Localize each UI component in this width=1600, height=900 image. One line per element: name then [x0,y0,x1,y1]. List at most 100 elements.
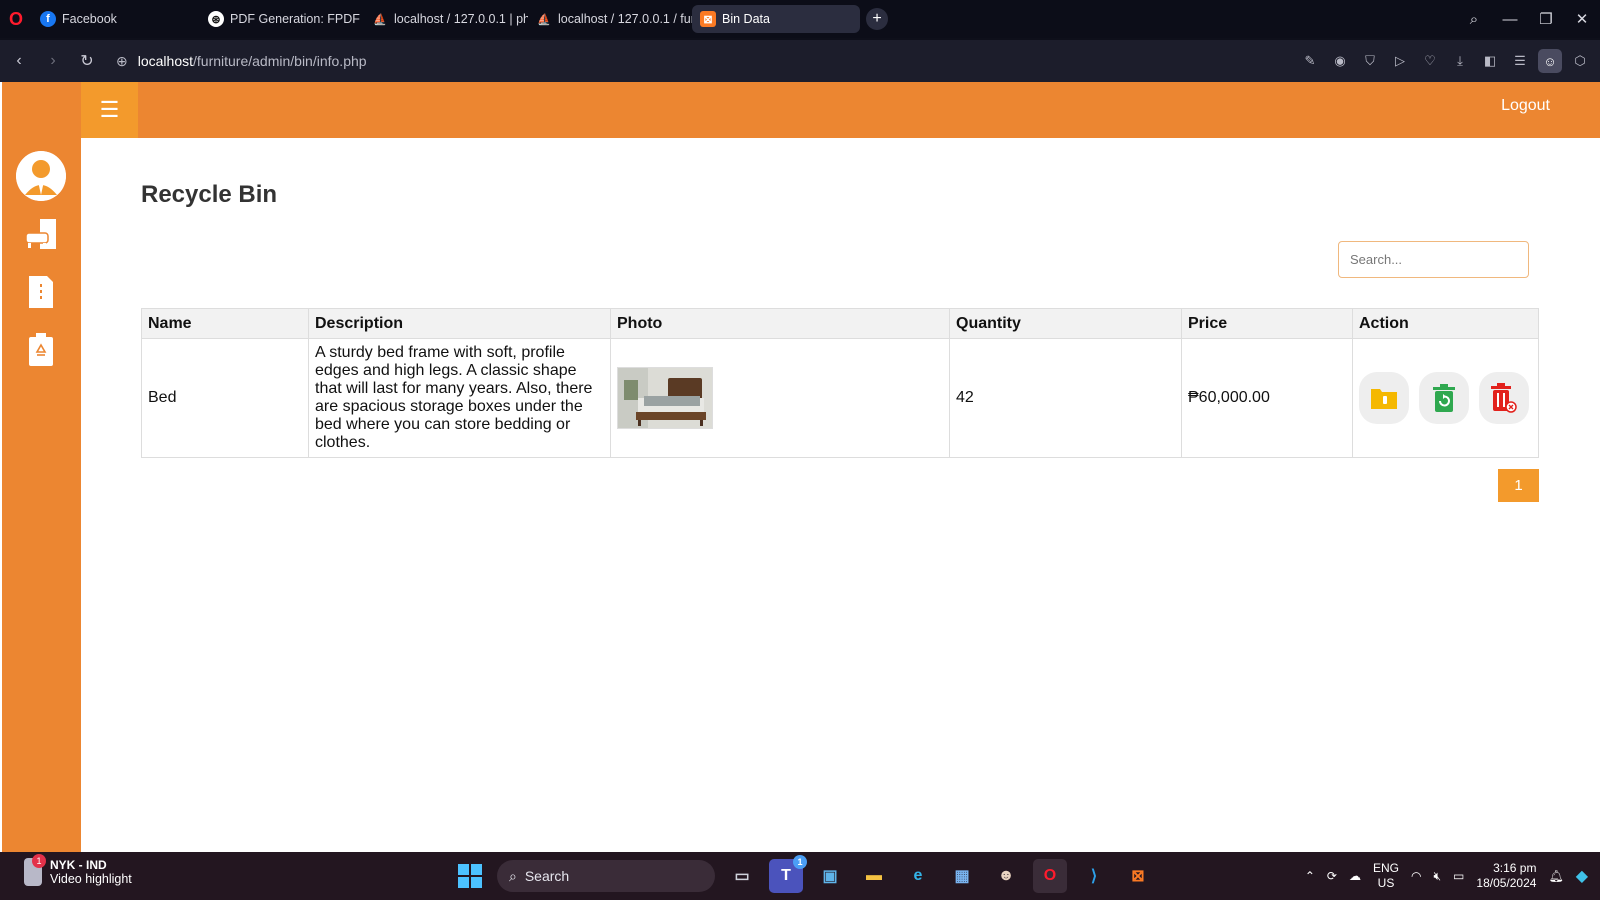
notification-bell-icon[interactable]: 🔔︎ [1548,869,1563,883]
news-widget[interactable]: 1 NYK - IND Video highlight [24,854,132,886]
search-input[interactable] [1338,241,1529,278]
restore-icon[interactable]: ❐ [1528,10,1564,28]
sidebar-item-recycle-bin[interactable] [23,332,59,368]
wifi-icon[interactable]: ◠ [1411,869,1421,883]
sidebar-item-furniture[interactable] [23,216,59,252]
tab-phpmyadmin-1[interactable]: ⛵ localhost / 127.0.0.1 | php [364,5,528,33]
address-bar: ‹ › ↻ ⊕ localhost/furniture/admin/bin/in… [0,40,1600,82]
sidebar [2,82,81,852]
camera-icon[interactable]: ◉ [1328,49,1352,73]
tab-title: PDF Generation: FPDF PHP [230,12,364,26]
minimize-icon[interactable]: — [1492,11,1528,28]
vscode-icon[interactable]: ⟩ [1077,859,1111,893]
window-controls: ⌕ — ❐ ✕ [1456,0,1600,38]
news-subtitle: Video highlight [50,872,132,886]
shield-icon[interactable]: ⛉ [1358,49,1382,73]
reload-icon[interactable]: ↻ [70,51,104,71]
chevron-up-icon[interactable]: ⌃ [1305,869,1315,883]
tab-title: localhost / 127.0.0.1 / furn [558,12,692,26]
anime-app-icon[interactable]: ☻ [989,859,1023,893]
tab-title: Facebook [62,12,117,26]
back-icon[interactable]: ‹ [2,52,36,70]
sidebar-item-documents[interactable] [23,274,59,310]
restore-button[interactable] [1419,372,1469,424]
xampp-taskbar-icon[interactable]: ⊠ [1121,859,1155,893]
task-view-icon[interactable]: ▭ [725,859,759,893]
cell-price: ₱60,000.00 [1181,338,1353,458]
column-header-name: Name [141,308,309,339]
admin-page: ☰ Logout Recycle Bin Name Description Ph… [0,82,1600,852]
tab-facebook[interactable]: f Facebook [32,5,196,33]
url-host: localhost [137,53,193,69]
cell-photo [610,338,950,458]
logout-link[interactable]: Logout [1501,97,1550,115]
edit-icon[interactable]: ✎ [1298,49,1322,73]
recycle-bin-table: Name Description Photo Quantity Price Ac… [141,308,1539,458]
table-header-row: Name Description Photo Quantity Price Ac… [141,308,1539,339]
archive-icon [1371,389,1397,409]
new-tab-button[interactable]: + [866,8,888,30]
teams-icon[interactable]: T1 [769,855,807,893]
taskbar-search-label: Search [524,868,570,884]
document-icon [29,276,53,308]
cell-name: Bed [141,338,309,458]
top-bar: ☰ Logout [81,82,1600,138]
opera-icon[interactable]: O [1033,859,1067,893]
clock-date: 18/05/2024 [1476,876,1537,890]
teams-badge: 1 [793,855,807,869]
store-icon[interactable]: ▦ [945,859,979,893]
copilot-icon[interactable]: ◆ [1576,866,1588,886]
system-tray: ⌃ ⟳ ☁ ENG US ◠ 🔇︎ ▭ 3:16 pm 18/05/2024 🔔… [1305,852,1588,900]
hamburger-menu-button[interactable]: ☰ [81,82,138,138]
tab-bin-data[interactable]: ⊠ Bin Data [692,5,860,33]
tab-title: Bin Data [722,12,770,26]
clock[interactable]: 3:16 pm 18/05/2024 [1476,861,1536,891]
archive-button[interactable] [1359,372,1409,424]
cloud-icon[interactable]: ☁ [1349,869,1361,883]
url-field[interactable]: ⊕ localhost/furniture/admin/bin/info.php [116,53,367,70]
forward-icon[interactable]: › [36,52,70,70]
taskbar: 1 NYK - IND Video highlight ⌕ Search ▭ T… [0,852,1600,900]
delete-button[interactable] [1479,372,1529,424]
easy-setup-icon[interactable]: ☰ [1508,49,1532,73]
profile-avatar[interactable] [16,151,66,201]
edge-icon[interactable]: e [901,859,935,893]
language-code: ENG [1372,861,1399,875]
heart-icon[interactable]: ♡ [1418,49,1442,73]
profile-icon[interactable]: ☺ [1538,49,1562,73]
file-explorer-icon[interactable]: ▬ [857,859,891,893]
column-header-action: Action [1352,308,1539,339]
battery-icon[interactable]: ▭ [1453,869,1464,883]
pagination-page-1[interactable]: 1 [1498,469,1539,502]
volume-muted-icon[interactable]: 🔇︎ [1433,869,1441,884]
download-icon[interactable]: ⤓ [1448,49,1472,73]
start-button[interactable] [453,859,487,893]
phpmyadmin-icon: ⛵ [537,13,551,26]
cell-description: A sturdy bed frame with soft, profile ed… [308,338,611,458]
facebook-icon: f [40,11,56,27]
basketball-icon: 1 [24,854,46,886]
table-row: Bed A sturdy bed frame with soft, profil… [141,338,1539,458]
close-icon[interactable]: ✕ [1564,10,1600,28]
product-photo [617,367,713,429]
extensions-icon[interactable]: ⬡ [1568,49,1592,73]
windows-icon [458,864,482,888]
address-bar-tools: ✎ ◉ ⛉ ▷ ♡ ⤓ ◧ ☰ ☺ ⬡ [1298,40,1592,82]
tab-pdf-generation[interactable]: ⊛ PDF Generation: FPDF PHP [200,5,364,33]
photos-app-icon[interactable]: ▣ [813,859,847,893]
tab-title: localhost / 127.0.0.1 | php [394,12,528,26]
column-header-description: Description [308,308,611,339]
site-info-icon[interactable]: ⊕ [116,53,128,70]
sidebar-toggle-icon[interactable]: ◧ [1478,49,1502,73]
taskbar-search[interactable]: ⌕ Search [497,860,715,892]
language-indicator[interactable]: ENG US [1373,861,1399,891]
chatgpt-icon: ⊛ [208,11,224,27]
opera-logo-icon[interactable]: O [0,0,32,38]
tab-phpmyadmin-2[interactable]: ⛵ localhost / 127.0.0.1 / furn [528,5,692,33]
search-tabs-icon[interactable]: ⌕ [1456,11,1492,28]
phpmyadmin-icon: ⛵ [373,13,387,26]
hamburger-icon: ☰ [99,97,120,122]
play-icon[interactable]: ▷ [1388,49,1412,73]
search-icon: ⌕ [509,867,517,884]
sync-icon[interactable]: ⟳ [1327,869,1337,883]
